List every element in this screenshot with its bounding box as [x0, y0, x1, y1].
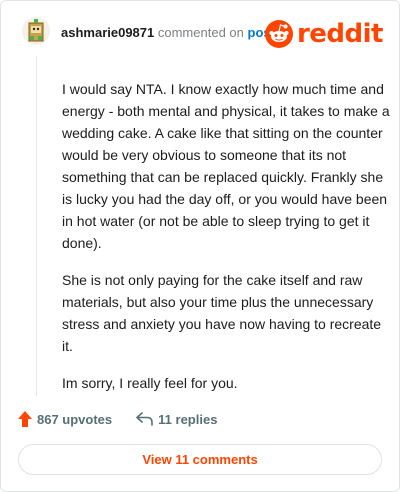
commented-on-text: commented on — [157, 25, 244, 40]
reddit-snoo-icon — [264, 20, 293, 48]
reply-arrow-icon — [136, 412, 153, 426]
comment-actions: 867 upvotes 11 replies — [18, 411, 217, 427]
upvote-count: 867 upvotes — [37, 411, 113, 427]
replies-button[interactable]: 11 replies — [136, 412, 217, 427]
upvote-button[interactable]: 867 upvotes — [18, 411, 112, 427]
reddit-logo[interactable]: reddit — [264, 19, 384, 49]
upvote-arrow-icon — [18, 411, 32, 427]
reddit-wordmark: reddit — [296, 19, 384, 49]
comment-card: ashmarie09871 commented on post reddit I… — [0, 0, 400, 492]
comment-paragraph: I would say NTA. I know exactly how much… — [62, 81, 390, 251]
avatar-icon — [22, 17, 50, 45]
view-comments-button[interactable]: View 11 comments — [18, 444, 382, 475]
username[interactable]: ashmarie09871 — [61, 25, 154, 40]
comment-header: ashmarie09871 commented on post — [61, 25, 275, 41]
avatar[interactable] — [21, 16, 51, 46]
comment-paragraph: Im sorry, I really feel for you. — [62, 375, 238, 391]
replies-count: 11 replies — [158, 411, 218, 427]
comment-body: I would say NTA. I know exactly how much… — [62, 78, 392, 409]
comment-paragraph: She is not only paying for the cake itse… — [62, 272, 382, 354]
thread-line[interactable] — [36, 56, 37, 396]
